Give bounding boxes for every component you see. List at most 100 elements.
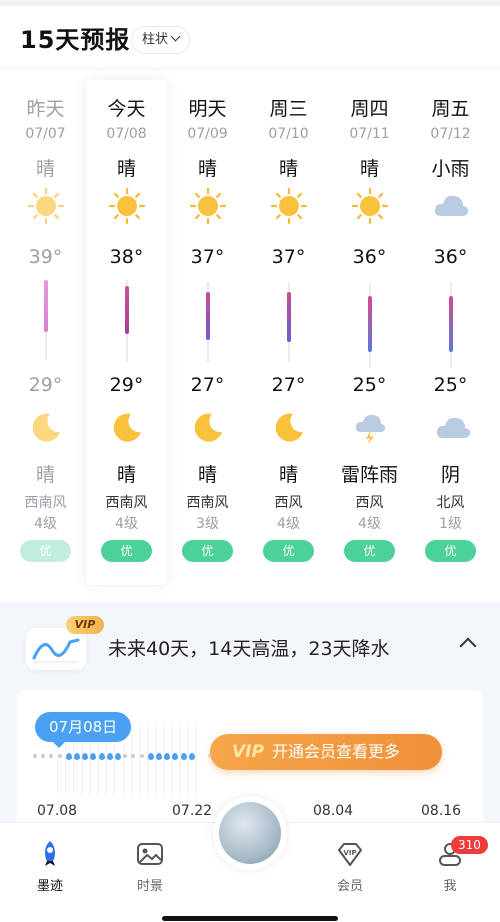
forecast-day-column[interactable]: 昨天 07/07 晴 39° 29° 晴 西南风 4级 优 <box>5 80 86 585</box>
open-vip-label: 开通会员查看更多 <box>271 742 400 761</box>
vip-diamond-icon: VIP <box>338 843 362 866</box>
rain-drop-icon <box>90 753 97 760</box>
night-condition: 晴 <box>197 464 217 486</box>
moon-icon <box>29 410 63 444</box>
wind-level: 4级 <box>34 516 57 532</box>
center-scene-button[interactable] <box>213 796 287 870</box>
low-temp: 27° <box>190 374 225 396</box>
night-condition: 晴 <box>278 464 298 486</box>
aqi-badge: 优 <box>182 540 233 562</box>
wind-direction: 西南风 <box>24 495 67 511</box>
high-temp: 36° <box>433 246 468 268</box>
image-icon <box>137 843 163 865</box>
tab-moji[interactable]: 墨迹 <box>10 839 90 894</box>
forecast-header: 15天预报 柱状 <box>0 6 500 69</box>
temp-range-bar <box>287 292 291 342</box>
rain-drop-icon <box>82 753 89 760</box>
open-vip-button[interactable]: VIP 开通会员查看更多 <box>210 734 442 770</box>
low-temp: 29° <box>109 374 144 396</box>
timeline-gridline <box>196 722 198 796</box>
night-condition: 阴 <box>440 464 460 486</box>
rain-drop-icon <box>65 753 72 760</box>
night-condition: 雷阵雨 <box>340 464 398 486</box>
dry-day-dot <box>123 754 128 758</box>
sun-icon <box>27 187 65 225</box>
high-temp: 37° <box>271 246 306 268</box>
day-condition: 晴 <box>359 158 379 180</box>
wind-level: 4级 <box>115 516 138 532</box>
day-condition: 晴 <box>197 158 217 180</box>
day-label: 今天 <box>107 98 146 120</box>
night-condition: 晴 <box>116 464 136 486</box>
selected-date-pill: 07月08日 <box>35 712 132 748</box>
timeline-gridline <box>130 722 132 796</box>
rain-drop-icon <box>188 753 195 760</box>
dry-day-dot <box>41 754 46 758</box>
rain-drop-icon <box>156 753 162 760</box>
chevron-up-icon[interactable] <box>459 637 477 655</box>
date-label: 07/07 <box>25 126 66 142</box>
date-label: 07/10 <box>268 126 309 142</box>
dry-day-dot <box>131 754 136 758</box>
temp-range-bar <box>44 280 48 332</box>
date-label: 07/12 <box>430 126 471 142</box>
tab-membership[interactable]: VIP 会员 <box>310 839 390 894</box>
temp-range-bar <box>449 296 453 352</box>
forecast-40day-panel: VIP 未来40天，14天高温，23天降水 07月08日 <box>0 602 500 830</box>
cloud-icon <box>434 410 471 444</box>
wind-direction: 西南风 <box>186 495 229 511</box>
forecast-day-column[interactable]: 今天 07/08 晴 38° 29° 晴 西南风 4级 优 <box>86 80 167 585</box>
rain-drop-icon <box>147 753 154 760</box>
wind-direction: 西风 <box>355 495 384 511</box>
aqi-badge: 优 <box>101 540 152 562</box>
low-temp: 27° <box>271 374 306 396</box>
thunderstorm-icon <box>353 410 387 444</box>
rain-drop-icon <box>164 753 171 760</box>
rocket-icon <box>45 841 55 866</box>
timeline-gridline <box>139 722 140 796</box>
rain-drop-icon <box>180 753 187 760</box>
dry-day-dot <box>49 754 54 758</box>
high-temp: 36° <box>352 246 387 268</box>
sun-icon <box>108 187 146 225</box>
wind-level: 4级 <box>277 516 300 532</box>
aqi-badge: 优 <box>20 540 71 562</box>
forecast-day-column[interactable]: 周三 07/10 晴 37° 27° 晴 西风 4级 优 <box>248 80 329 585</box>
day-label: 周三 <box>269 98 308 120</box>
page-title: 15天预报 <box>20 26 131 54</box>
tab-label: 墨迹 <box>36 879 63 894</box>
forecast-day-column[interactable]: 周五 07/12 小雨 36° 25° 阴 北风 1级 优 <box>410 80 491 585</box>
low-temp: 25° <box>352 374 387 396</box>
wind-level: 4级 <box>358 516 381 532</box>
rain-drop-icon <box>74 753 80 760</box>
tab-label: 我 <box>443 879 457 894</box>
date-label: 07/11 <box>349 126 390 142</box>
sky-thumbnail <box>219 802 281 864</box>
forecast-day-column[interactable]: 周四 07/11 晴 36° 25° 雷阵雨 西风 4级 优 <box>329 80 410 585</box>
day-condition: 晴 <box>116 158 136 180</box>
wind-direction: 北风 <box>436 495 465 511</box>
svg-text:VIP: VIP <box>343 849 356 857</box>
high-temp: 38° <box>109 246 144 268</box>
aqi-badge: 优 <box>344 540 395 562</box>
sun-icon <box>351 187 389 225</box>
date-label: 07/09 <box>187 126 228 142</box>
moon-icon <box>272 410 306 444</box>
forecast-summary: 未来40天，14天高温，23天降水 <box>108 638 390 660</box>
moon-icon <box>110 410 144 444</box>
day-condition: 晴 <box>35 158 55 180</box>
tab-scenes[interactable]: 时景 <box>110 839 190 894</box>
day-condition: 小雨 <box>431 158 470 180</box>
moon-icon <box>191 410 225 444</box>
high-temp: 37° <box>190 246 225 268</box>
day-label: 周五 <box>431 98 470 120</box>
sun-icon <box>189 187 227 225</box>
chevron-down-icon <box>170 31 181 42</box>
trend-chart-icon <box>26 628 86 670</box>
chart-mode-dropdown[interactable]: 柱状 <box>131 26 191 54</box>
wind-level: 1级 <box>439 516 462 532</box>
wind-level: 3级 <box>196 516 219 532</box>
forecast-day-column[interactable]: 明天 07/09 晴 37° 27° 晴 西南风 3级 优 <box>167 80 248 585</box>
vip-mark: VIP <box>232 742 264 762</box>
night-condition: 晴 <box>35 464 55 486</box>
